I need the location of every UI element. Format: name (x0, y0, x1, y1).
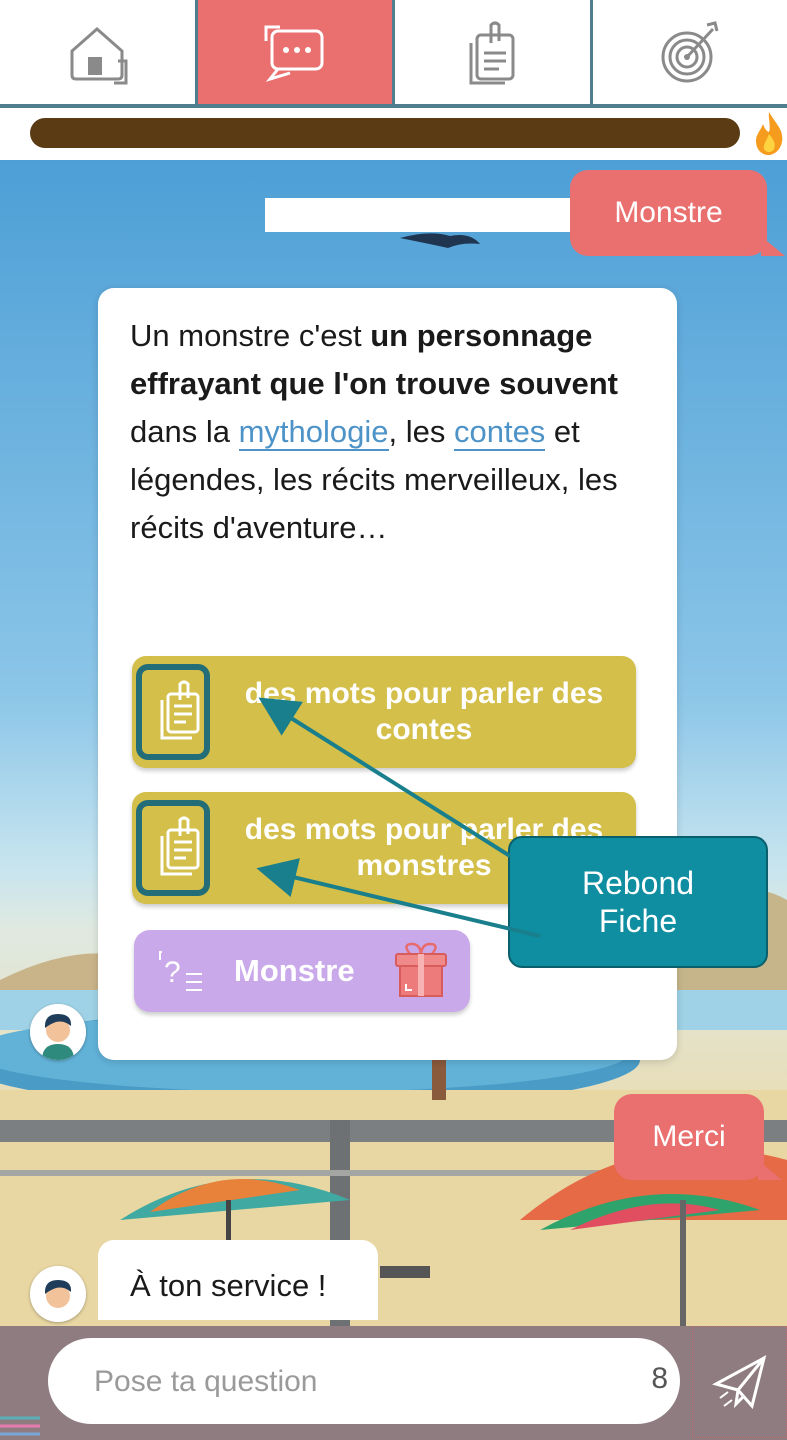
user-message-bubble: Merci (614, 1094, 782, 1180)
decorative-lines (0, 1416, 40, 1436)
answer-part: dans la (130, 414, 239, 449)
icon-highlight-frame (136, 800, 210, 896)
chat-area: Monstre Un monstre c'est un personnage e… (0, 160, 787, 1440)
bot-answer-text: Un monstre c'est un personnage effrayant… (130, 312, 650, 552)
tab-sheets[interactable] (395, 0, 593, 104)
link-mythologie[interactable]: mythologie (238, 414, 389, 451)
send-button[interactable] (692, 1326, 787, 1438)
tab-goals[interactable] (593, 0, 787, 104)
rebond-button-contes[interactable]: des mots pour parler des contes (132, 656, 636, 768)
progress-bar (30, 118, 740, 148)
redacted-strip (265, 198, 583, 232)
paper-plane-icon (711, 1355, 766, 1410)
input-bar: 8 (0, 1326, 787, 1440)
bot-reply-text: À ton service ! (130, 1268, 327, 1303)
quiz-label: Monstre (234, 953, 355, 988)
user-message-bubble: Monstre (570, 170, 785, 256)
flame-icon (756, 112, 783, 155)
gift-icon (395, 942, 447, 997)
question-input-container: 8 (48, 1338, 680, 1424)
rebond-label-line: contes (375, 713, 473, 746)
bot-reply-bubble: À ton service ! (98, 1240, 378, 1320)
bot-avatar (30, 1004, 86, 1060)
top-navigation (0, 0, 787, 108)
quiz-button[interactable]: ? Monstre (134, 930, 470, 1012)
icon-highlight-frame (136, 664, 210, 760)
clipboard-icon (469, 21, 515, 85)
chat-icon (264, 25, 324, 82)
progress-section (0, 108, 787, 158)
target-icon (661, 21, 719, 83)
home-icon (70, 27, 128, 85)
question-input[interactable] (92, 1356, 596, 1408)
rebond-label-line: des mots pour parler des (244, 677, 604, 710)
tab-chat[interactable] (197, 0, 395, 104)
annotation-line: Fiche (598, 903, 678, 939)
annotation-line: Rebond (581, 865, 695, 901)
user-message-text: Merci (652, 1120, 726, 1153)
answer-part: , les (388, 414, 454, 449)
link-contes[interactable]: contes (453, 414, 546, 451)
user-message-text: Monstre (614, 196, 723, 229)
annotation-callout: Rebond Fiche (508, 836, 768, 968)
answer-part: Un monstre c'est (130, 318, 371, 353)
character-counter: 8 (651, 1362, 668, 1395)
quiz-icon: ? (159, 951, 202, 991)
tab-home[interactable] (0, 0, 198, 104)
svg-text:?: ? (164, 956, 181, 989)
bot-avatar (30, 1266, 86, 1322)
rebond-label: des mots pour parler des contes (222, 656, 626, 768)
